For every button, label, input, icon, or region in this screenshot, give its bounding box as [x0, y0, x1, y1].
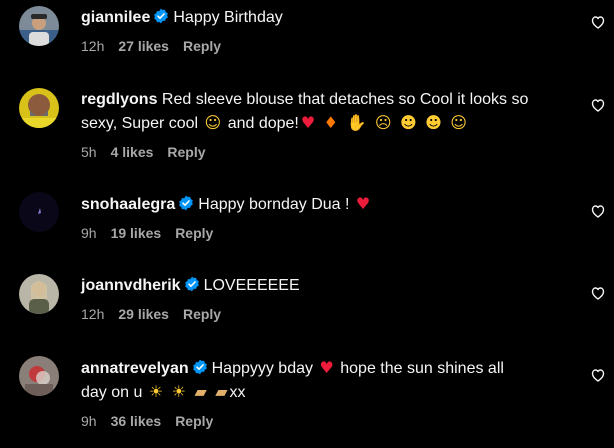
heart-outline-icon[interactable]: [590, 203, 606, 219]
comment-time: 9h: [81, 413, 97, 429]
comment-text: regdlyons Red sleeve blouse that detache…: [81, 88, 574, 111]
comment-body: Happy bornday Dua !: [198, 196, 350, 213]
avatar[interactable]: [19, 192, 59, 232]
comment-body-line1b: hope the sun shines all: [340, 360, 504, 377]
comment-likes[interactable]: 19 likes: [111, 225, 162, 241]
sun-emoji-icon: ☀: [148, 382, 164, 401]
heart-outline-icon[interactable]: [590, 14, 606, 30]
crying-face-emoji-icon: ☹: [374, 113, 392, 132]
comment-likes[interactable]: 4 likes: [111, 144, 154, 160]
reply-button[interactable]: Reply: [183, 38, 221, 54]
comment-meta: 5h 4 likes Reply: [81, 143, 574, 161]
cake-emoji-icon: ▰: [194, 382, 207, 401]
comment-username[interactable]: giannilee: [81, 9, 150, 26]
comment-username[interactable]: annatrevelyan: [81, 360, 189, 377]
verified-badge-icon: [178, 195, 194, 211]
comment-likes[interactable]: 27 likes: [118, 38, 169, 54]
comment-time: 9h: [81, 225, 97, 241]
avatar-image: [19, 356, 59, 396]
comment-username[interactable]: regdlyons: [81, 91, 157, 108]
comment-meta: 9h 19 likes Reply: [81, 224, 574, 242]
heart-outline-icon[interactable]: [590, 285, 606, 301]
comment-text-line2: sexy, Super cool ☺ and dope! ♥ ♦ ✋ ☹ ☻ ☻ …: [81, 111, 574, 135]
comment-time: 5h: [81, 144, 97, 160]
comment-meta: 12h 29 likes Reply: [81, 305, 574, 323]
comment-text: snohaalegra Happy bornday Dua ! ♥: [81, 192, 574, 216]
comment-text: joannvdherik LOVEEEEEE: [81, 274, 574, 297]
comment-likes[interactable]: 29 likes: [118, 306, 169, 322]
verified-badge-icon: [153, 8, 169, 24]
heart-outline-icon[interactable]: [590, 367, 606, 383]
avatar-image: [19, 192, 59, 232]
comment-body-line1: Red sleeve blouse that detaches so Cool …: [161, 91, 529, 108]
laughing-emoji-icon: ☺: [450, 113, 467, 132]
comment-body-line2b: xx: [229, 384, 246, 401]
sunglasses-emoji-icon: ☺: [204, 113, 222, 132]
avatar[interactable]: [19, 356, 59, 396]
verified-badge-icon: [192, 359, 208, 375]
comment-meta: 9h 36 likes Reply: [81, 412, 574, 430]
comment-likes[interactable]: 36 likes: [111, 413, 162, 429]
comment-list: giannilee Happy Birthday 12h 27 likes Reply…: [0, 0, 614, 448]
avatar[interactable]: [19, 88, 59, 128]
comment-text: annatrevelyan Happyyy bday ♥ hope the sun…: [81, 356, 574, 380]
reply-button[interactable]: Reply: [183, 306, 221, 322]
reply-button[interactable]: Reply: [175, 225, 213, 241]
red-heart-emoji-icon: ♥: [319, 358, 334, 377]
reply-button[interactable]: Reply: [175, 413, 213, 429]
avatar-image: [19, 274, 59, 314]
cake-emoji-icon: ▰: [215, 382, 228, 401]
comment-body-line1: Happyyy bday: [211, 360, 313, 377]
heart-eyes-emoji-icon: ☻: [399, 113, 417, 132]
sun-emoji-icon: ☀: [171, 382, 186, 401]
comment-body-line2b: and dope!: [227, 115, 299, 132]
avatar[interactable]: [19, 6, 59, 46]
reply-button[interactable]: Reply: [167, 144, 205, 160]
heart-eyes-emoji-icon: ☻: [425, 113, 442, 132]
comment-body-line2: day on u: [81, 384, 143, 401]
comment-time: 12h: [81, 306, 105, 322]
comment-body-line2: sexy, Super cool: [81, 115, 199, 132]
clap-emoji-icon: ✋: [346, 113, 367, 132]
avatar[interactable]: [19, 274, 59, 314]
comment-time: 12h: [81, 38, 105, 54]
heart-outline-icon[interactable]: [590, 97, 606, 113]
comment-username[interactable]: snohaalegra: [81, 196, 175, 213]
red-heart-emoji-icon: ♥: [300, 113, 316, 132]
comment-text-line2: day on u ☀ ☀ ▰ ▰ xx: [81, 380, 574, 404]
comment-body: LOVEEEEEE: [203, 277, 300, 294]
avatar-image: [19, 6, 59, 46]
avatar-image: [19, 88, 59, 128]
red-heart-emoji-icon: ♥: [355, 194, 371, 213]
comment-username[interactable]: joannvdherik: [81, 277, 181, 294]
comment-meta: 12h 27 likes Reply: [81, 37, 574, 55]
fire-emoji-icon: ♦: [323, 113, 339, 132]
comment-text: giannilee Happy Birthday: [81, 6, 574, 29]
verified-badge-icon: [184, 276, 200, 292]
comment-body: Happy Birthday: [173, 9, 283, 26]
